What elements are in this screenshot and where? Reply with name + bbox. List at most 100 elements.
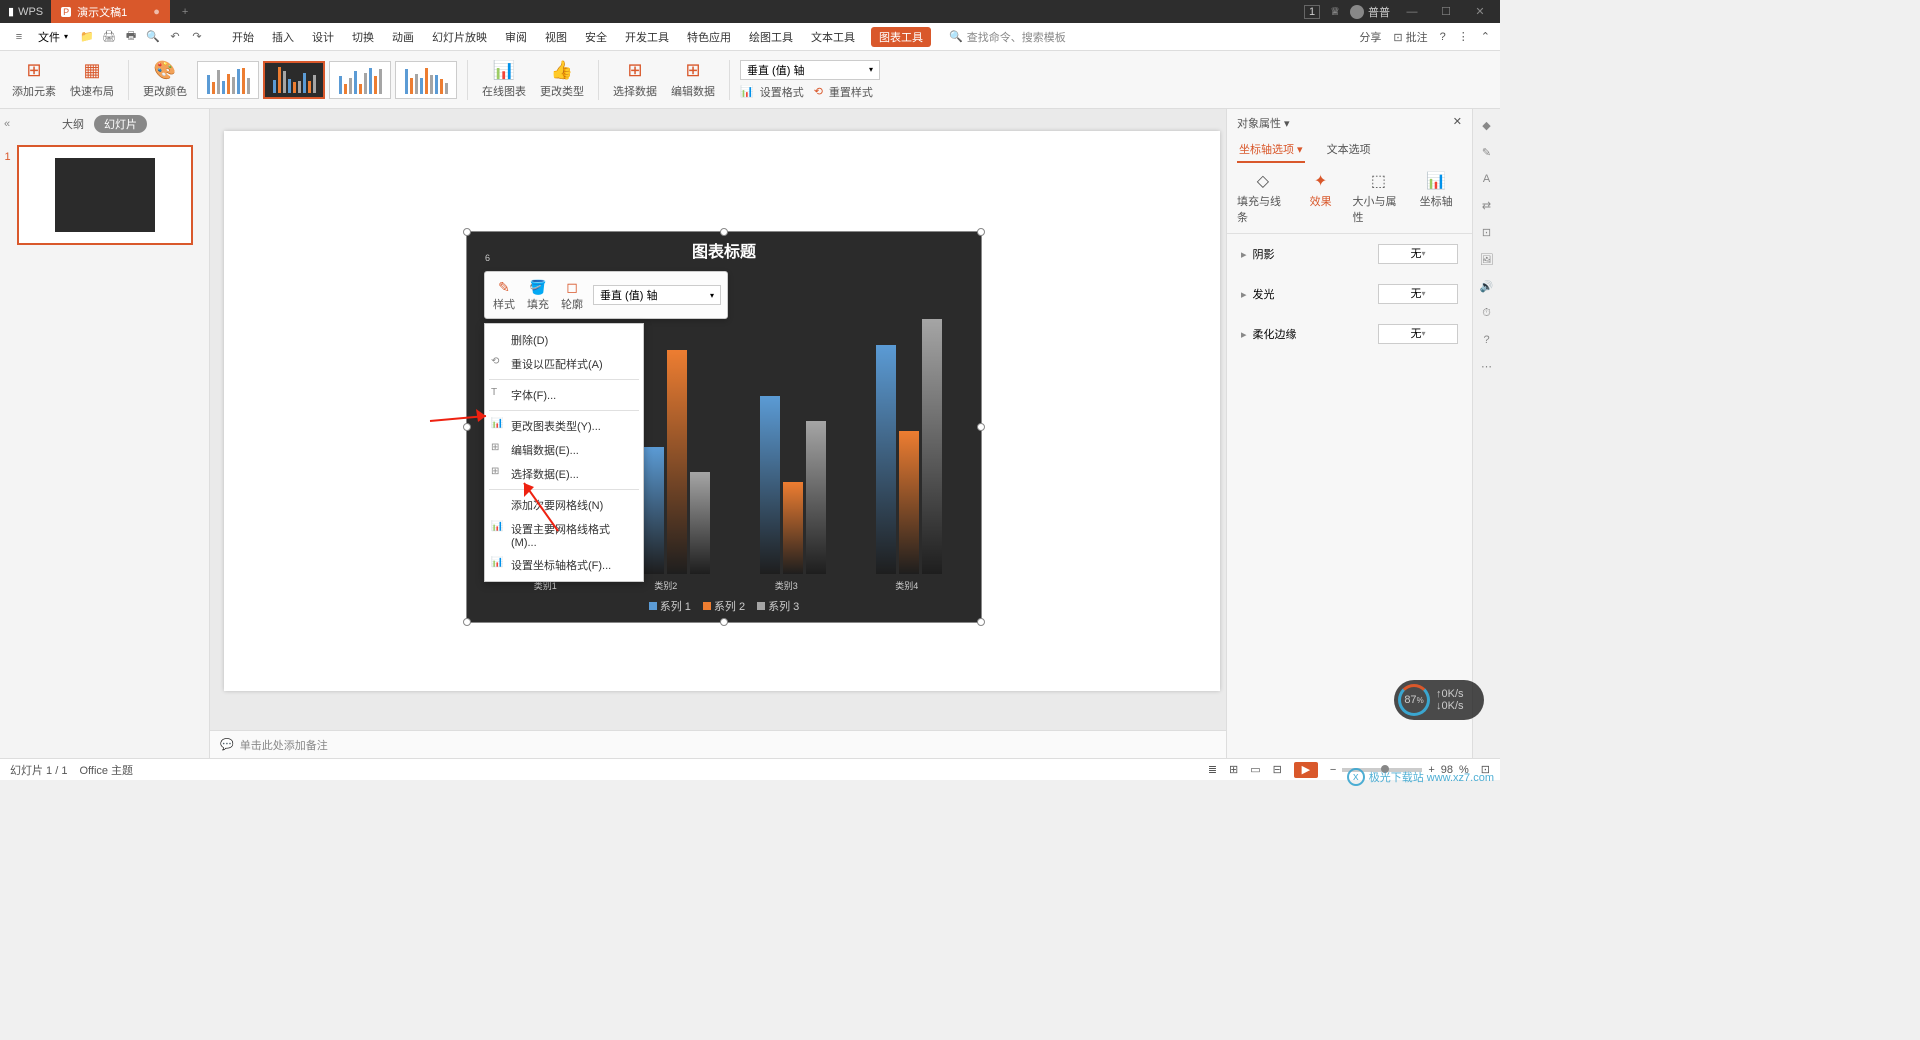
file-menu[interactable]: 文件▾ [32, 27, 74, 47]
redo-icon[interactable]: ↷ [188, 28, 206, 46]
slide[interactable]: 图表标题 0123456 类别1类别2类别3类别4 系列 1系列 2系列 3 ✎… [224, 131, 1220, 691]
iconbar-item[interactable]: ◆ [1482, 119, 1490, 132]
add-tab-button[interactable]: + [170, 6, 200, 18]
help-icon[interactable]: ? [1440, 31, 1446, 43]
mini-axis-selector[interactable]: 垂直 (值) 轴▾ [593, 285, 721, 305]
property-subtab[interactable]: ✦效果 [1295, 171, 1347, 225]
chart-styles-gallery[interactable] [197, 61, 457, 99]
slides-tab[interactable]: 幻灯片 [94, 115, 147, 133]
edit-data-button[interactable]: ⊞编辑数据 [667, 60, 719, 99]
undo-icon[interactable]: ↶ [166, 28, 184, 46]
chart-style-thumb[interactable] [329, 61, 391, 99]
mini-fill-button[interactable]: 🪣填充 [521, 279, 555, 312]
iconbar-item[interactable]: ? [1483, 334, 1489, 346]
view-sorter-icon[interactable]: ⊞ [1229, 763, 1238, 776]
property-subtab[interactable]: ◇填充与线条 [1237, 171, 1289, 225]
open-icon[interactable]: 📁 [78, 28, 96, 46]
chart-style-thumb[interactable] [263, 61, 325, 99]
preview-icon[interactable]: 🔍 [144, 28, 162, 46]
close-panel-icon[interactable]: ✕ [1453, 115, 1462, 131]
ribbon-tab[interactable]: 文本工具 [809, 27, 857, 47]
iconbar-item[interactable]: 🖼 [1480, 253, 1494, 266]
maximize-button[interactable]: ☐ [1434, 5, 1458, 18]
bar[interactable] [899, 431, 919, 574]
iconbar-item[interactable]: ⊡ [1482, 226, 1491, 239]
zoom-out-icon[interactable]: − [1330, 764, 1336, 776]
context-menu-item[interactable]: T字体(F)... [485, 383, 643, 407]
online-chart-button[interactable]: 📊在线图表 [478, 60, 530, 99]
iconbar-item[interactable]: ⏱ [1482, 307, 1491, 320]
ribbon-tab[interactable]: 开始 [230, 27, 256, 47]
add-element-button[interactable]: ⊞添加元素 [8, 60, 60, 99]
iconbar-item[interactable]: ⋯ [1481, 360, 1492, 373]
property-subtab[interactable]: ⬚大小与属性 [1353, 171, 1405, 225]
ribbon-tab[interactable]: 视图 [543, 27, 569, 47]
context-menu-item[interactable]: ⟲重设以匹配样式(A) [485, 352, 643, 376]
ribbon-tab[interactable]: 特色应用 [685, 27, 733, 47]
select-data-button[interactable]: ⊞选择数据 [609, 60, 661, 99]
context-menu-item[interactable]: 删除(D) [485, 328, 643, 352]
chart-style-thumb[interactable] [197, 61, 259, 99]
print-icon[interactable]: 🖶 [122, 28, 140, 46]
share-button[interactable]: 分享 [1359, 29, 1381, 45]
bar[interactable] [876, 345, 896, 575]
category-group[interactable] [735, 268, 851, 574]
property-subtab[interactable]: 📊坐标轴 [1410, 171, 1462, 225]
chart-title[interactable]: 图表标题 [467, 232, 981, 268]
performance-widget[interactable]: 87% ↑0K/s↓0K/s [1394, 680, 1484, 720]
ribbon-tab[interactable]: 审阅 [503, 27, 529, 47]
search-box[interactable]: 🔍 查找命令、搜索模板 [949, 29, 1066, 45]
bar[interactable] [922, 319, 942, 574]
ribbon-tab[interactable]: 动画 [390, 27, 416, 47]
mini-style-button[interactable]: ✎样式 [487, 279, 521, 312]
quick-layout-button[interactable]: ▦快速布局 [66, 60, 118, 99]
minimize-button[interactable]: — [1400, 6, 1424, 18]
view-reading-icon[interactable]: ▭ [1250, 763, 1260, 776]
ribbon-tab[interactable]: 幻灯片放映 [430, 27, 489, 47]
iconbar-item[interactable]: A [1483, 173, 1490, 185]
axis-options-tab[interactable]: 坐标轴选项 ▾ [1237, 137, 1305, 163]
crown-icon[interactable]: ♕ [1330, 5, 1340, 18]
ribbon-tab[interactable]: 绘图工具 [747, 27, 795, 47]
save-icon[interactable]: 🖨 [100, 28, 118, 46]
badge[interactable]: 1 [1304, 5, 1320, 19]
ribbon-tab[interactable]: 设计 [310, 27, 336, 47]
chart-style-thumb[interactable] [395, 61, 457, 99]
slide-thumbnail[interactable]: 1 [17, 145, 193, 245]
menu-icon[interactable]: ≡ [10, 28, 28, 46]
notes-pane[interactable]: 💬 单击此处添加备注 [210, 730, 1226, 758]
property-row[interactable]: ▸发光无 ▾ [1227, 274, 1472, 314]
change-type-button[interactable]: 👍更改类型 [536, 60, 588, 99]
collapse-panel-icon[interactable]: « [4, 118, 10, 130]
category-group[interactable] [851, 268, 967, 574]
view-normal-icon[interactable]: ≣ [1208, 763, 1217, 776]
collapse-ribbon-icon[interactable]: ⌃ [1481, 30, 1490, 43]
wps-logo[interactable]: ▮WPS [0, 5, 51, 18]
close-button[interactable]: ✕ [1468, 5, 1492, 18]
property-row[interactable]: ▸柔化边缘无 ▾ [1227, 314, 1472, 354]
iconbar-item[interactable]: 🔊 [1480, 280, 1494, 293]
outline-tab[interactable]: 大纲 [62, 116, 84, 132]
ribbon-tab[interactable]: 切换 [350, 27, 376, 47]
ribbon-tab[interactable]: 插入 [270, 27, 296, 47]
reset-style-button[interactable]: ⟲重置样式 [814, 84, 873, 100]
set-format-button[interactable]: 📊设置格式 [740, 84, 804, 100]
ribbon-options-icon[interactable]: ⋮ [1458, 30, 1469, 43]
iconbar-item[interactable]: ⇄ [1482, 199, 1491, 212]
close-tab-icon[interactable]: ● [153, 6, 160, 18]
ribbon-tab[interactable]: 开发工具 [623, 27, 671, 47]
titlebar: ▮WPS P 演示文稿1 ● + 1 ♕ 普普 — ☐ ✕ [0, 0, 1500, 23]
axis-selector[interactable]: 垂直 (值) 轴▾ [740, 60, 880, 80]
ribbon-tab[interactable]: 图表工具 [871, 27, 931, 47]
change-color-button[interactable]: 🎨更改颜色 [139, 60, 191, 99]
comments-button[interactable]: ⊡ 批注 [1393, 29, 1427, 45]
user-avatar[interactable]: 普普 [1350, 4, 1390, 20]
ribbon-tab[interactable]: 安全 [583, 27, 609, 47]
mini-outline-button[interactable]: ◻轮廓 [555, 279, 589, 312]
slideshow-button[interactable]: ▶ [1294, 762, 1318, 778]
iconbar-item[interactable]: ✎ [1482, 146, 1491, 159]
property-row[interactable]: ▸阴影无 ▾ [1227, 234, 1472, 274]
document-tab[interactable]: P 演示文稿1 ● [51, 0, 170, 23]
view-notes-icon[interactable]: ⊟ [1273, 763, 1282, 776]
text-options-tab[interactable]: 文本选项 [1325, 137, 1373, 163]
